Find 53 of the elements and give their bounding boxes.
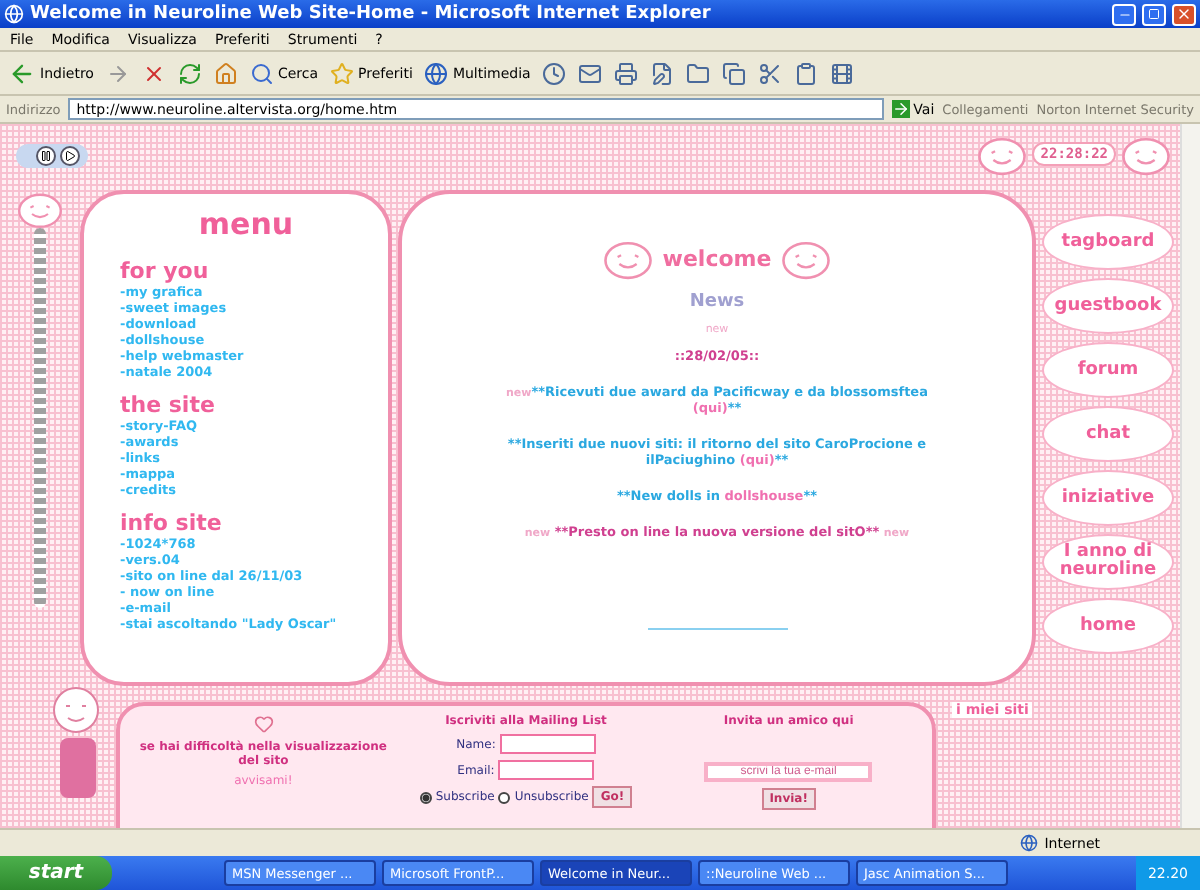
printer-icon[interactable] (614, 61, 639, 85)
nav-button[interactable]: tagboard (1042, 214, 1174, 270)
nav-button[interactable]: forum (1042, 342, 1174, 398)
folder-icon[interactable] (686, 61, 711, 85)
window-icon (4, 4, 24, 24)
globe-icon (1020, 834, 1039, 852)
scissors-icon[interactable] (758, 61, 783, 85)
window-title: Welcome in Neuroline Web Site-Home - Microsoft Internet Explorer (30, 4, 713, 24)
close-icon (1176, 6, 1192, 22)
start-button[interactable]: start (0, 856, 112, 890)
refresh-icon[interactable] (177, 61, 202, 85)
smiley-face-icon (16, 190, 64, 229)
email-field[interactable] (498, 760, 595, 780)
smiley-face-icon (1120, 134, 1172, 176)
pause-icon (40, 149, 52, 161)
smiley-face-icon (779, 238, 832, 280)
mail-icon[interactable] (578, 61, 603, 85)
play-icon (64, 149, 76, 161)
globe-icon (424, 61, 449, 85)
smiley-face-icon (602, 238, 655, 280)
name-field[interactable] (499, 734, 596, 754)
maximize-icon (1148, 8, 1160, 20)
home-icon[interactable] (213, 61, 238, 85)
maximize-button[interactable] (1142, 3, 1166, 25)
menu-title: menu (196, 206, 296, 242)
search-icon (249, 61, 274, 85)
radio-button[interactable] (419, 791, 432, 803)
pause-button[interactable] (36, 145, 56, 165)
nav-button[interactable]: guestbook (1042, 278, 1174, 334)
section-heading: for you (120, 258, 211, 284)
copy-icon[interactable] (722, 61, 747, 85)
stop-icon[interactable] (141, 61, 166, 85)
edit-icon[interactable] (650, 61, 675, 85)
play-button[interactable] (60, 145, 80, 165)
section-heading: the site (120, 392, 217, 418)
star-icon (330, 61, 355, 85)
welcome-title: welcome (662, 245, 772, 272)
news-title: News (689, 291, 745, 312)
section-heading: info site (120, 510, 224, 536)
forward-arrow-icon[interactable] (105, 61, 130, 85)
scrollbar[interactable] (1180, 124, 1200, 828)
nav-button[interactable]: iniziative (1042, 470, 1174, 526)
close-button[interactable] (1172, 3, 1196, 25)
clock-icon[interactable] (542, 61, 567, 85)
minimize-button[interactable] (1112, 3, 1136, 25)
nav-button[interactable]: I anno di neuroline (1042, 534, 1174, 590)
heart-icon (253, 714, 274, 734)
nav-button[interactable]: home (1042, 598, 1174, 654)
film-icon[interactable] (830, 61, 855, 85)
radio-button[interactable] (498, 791, 511, 803)
smiley-face-icon (976, 134, 1029, 176)
nav-button[interactable]: chat (1042, 406, 1174, 462)
clipboard-icon[interactable] (794, 61, 819, 85)
